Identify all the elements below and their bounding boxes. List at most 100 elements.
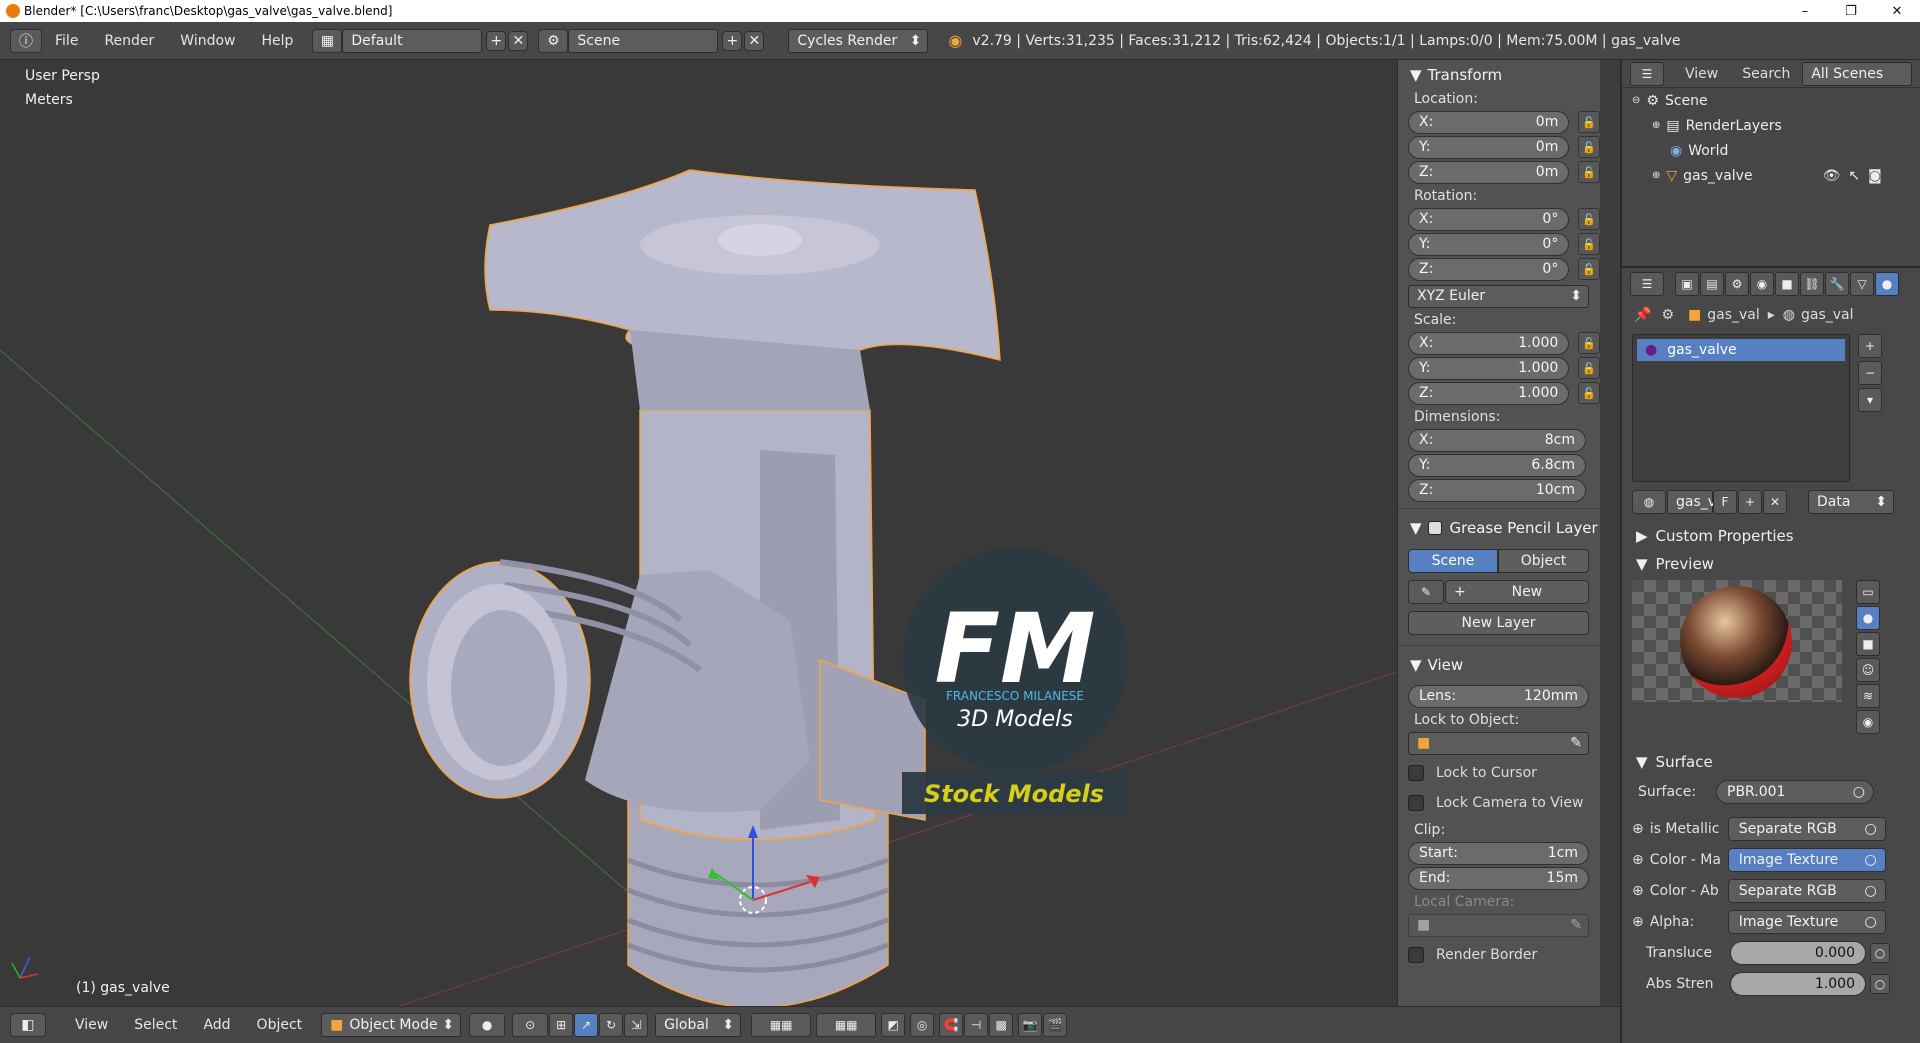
new-layer-button[interactable]: New Layer [1408,611,1589,635]
gas-valve-model[interactable] [409,169,1001,1006]
editor-type-button[interactable]: ◧ [10,1013,46,1037]
translucency-slider[interactable]: 0.000 [1730,940,1866,965]
tab-object[interactable]: Object [1498,549,1589,573]
input-link-select[interactable]: Separate RGB ○ [1727,816,1886,841]
menu-object[interactable]: Object [244,1017,316,1033]
minimize-button[interactable]: – [1782,0,1828,22]
layers-grid-b[interactable]: ▦▦ [816,1013,877,1037]
editor-type-button[interactable]: ⓘ [10,28,42,53]
preview-sphere-icon[interactable]: ● [1856,606,1880,630]
clip-end-field[interactable]: End: 15m [1408,866,1589,890]
add-slot-icon[interactable]: + [1858,334,1882,358]
expand-socket-icon[interactable]: ⊕ [1632,914,1644,930]
proportional-edit-icon[interactable]: ◎ [910,1013,935,1037]
location-z-field[interactable]: Z: 0m [1408,160,1570,184]
custom-properties-header[interactable]: ▶ Custom Properties [1622,522,1920,550]
preview-plane-icon[interactable]: ▭ [1856,580,1880,604]
surface-shader-select[interactable]: PBR.001 ○ [1716,779,1874,804]
material-name-field[interactable]: gas_v [1667,490,1716,514]
pivot-point-icon[interactable]: ⊙ [512,1013,549,1037]
snap-target-icon[interactable]: ▩ [989,1013,1014,1037]
screen-layout-field[interactable]: Default [342,28,483,53]
render-camera-icon[interactable]: ◙ [1868,168,1882,184]
menu-view[interactable]: View [62,1017,121,1033]
layers-grid-a[interactable]: ▦▦ [751,1013,812,1037]
location-x-field[interactable]: X: 0m [1408,110,1570,134]
modifiers-tab-icon[interactable]: 🔧 [1825,272,1849,296]
view-panel-header[interactable]: ▼ View [1398,652,1600,678]
tree-item-world[interactable]: ◉ World [1622,138,1920,163]
menu-help[interactable]: Help [248,33,306,49]
rotation-y-field[interactable]: Y: 0° [1408,232,1570,256]
rotate-manipulator-icon[interactable]: ↻ [599,1013,624,1037]
remove-screen-icon[interactable]: ✕ [508,30,529,51]
menu-render[interactable]: Render [91,33,167,49]
preview-cube-icon[interactable]: ■ [1856,632,1880,656]
tree-item-scene[interactable]: ⊖ ⚙ Scene [1622,88,1920,113]
viewport-shading-icon[interactable]: ● [469,1013,506,1037]
remove-scene-icon[interactable]: ✕ [744,30,765,51]
render-opengl-icon[interactable]: 📷 [1018,1013,1043,1037]
dimension-z-field[interactable]: Z: 10cm [1408,478,1586,502]
pin-icon[interactable]: 📌 [1634,307,1651,323]
data-tab-icon[interactable]: ▽ [1850,272,1874,296]
eye-icon[interactable]: 👁 [1823,168,1841,184]
expand-socket-icon[interactable]: ⊕ [1632,883,1644,899]
socket-dot-icon[interactable]: ○ [1870,973,1890,994]
properties-editor-icon[interactable]: ☰ [1630,272,1664,296]
menu-select[interactable]: Select [121,1017,190,1033]
scene-icon[interactable]: ⚙ [538,28,569,53]
clip-start-field[interactable]: Start: 1cm [1408,841,1589,865]
lock-camera-checkbox[interactable] [1408,795,1424,811]
snap-element-icon[interactable]: ⊣ [964,1013,989,1037]
constraints-tab-icon[interactable]: ⛓ [1800,272,1824,296]
render-tab-icon[interactable]: ▣ [1675,272,1699,296]
outliner-display-mode[interactable]: All Scenes [1802,61,1913,86]
material-tab-icon[interactable]: ● [1875,272,1899,296]
preview-header[interactable]: ▼ Preview [1622,550,1920,578]
scale-z-field[interactable]: Z: 1.000 [1408,381,1570,405]
lock-icon[interactable]: 🔓 [1578,233,1600,255]
expand-socket-icon[interactable]: ⊕ [1632,852,1644,868]
input-link-select[interactable]: Image Texture ○ [1727,909,1886,934]
unlink-material-icon[interactable]: ✕ [1763,490,1787,514]
close-button[interactable]: ✕ [1874,0,1920,22]
menu-file[interactable]: File [42,33,91,49]
render-engine-select[interactable]: Cycles Render ⬍ [788,28,929,53]
scale-x-field[interactable]: X: 1.000 [1408,331,1570,355]
menu-window[interactable]: Window [167,33,248,49]
expand-socket-icon[interactable]: ⊕ [1632,821,1644,837]
lens-field[interactable]: Lens: 120mm [1408,684,1589,708]
abs-strength-slider[interactable]: 1.000 [1730,971,1866,996]
scale-manipulator-icon[interactable]: ⇲ [624,1013,649,1037]
scene-field[interactable]: Scene [568,28,719,53]
browse-material-icon[interactable]: ◍ [1632,490,1666,514]
translate-manipulator-icon[interactable]: ↗ [574,1013,599,1037]
lock-icon[interactable]: 🔓 [1578,382,1600,404]
add-screen-icon[interactable]: + [486,30,507,51]
preview-hair-icon[interactable]: ≋ [1856,684,1880,708]
location-y-field[interactable]: Y: 0m [1408,135,1570,159]
world-tab-icon[interactable]: ◉ [1750,272,1774,296]
rotation-z-field[interactable]: Z: 0° [1408,257,1570,281]
lock-icon[interactable]: 🔓 [1578,136,1600,158]
snap-toggle-icon[interactable]: 🧲 [939,1013,964,1037]
outliner-search-menu[interactable]: Search [1742,66,1790,82]
lock-object-field[interactable]: ■ ✎ [1408,731,1589,755]
material-slot-list[interactable]: ● gas_valve [1632,334,1850,482]
manipulator-toggle-icon[interactable]: ⊞ [549,1013,574,1037]
lock-icon[interactable]: 🔓 [1578,357,1600,379]
maximize-button[interactable]: ❐ [1828,0,1874,22]
preview-monkey-icon[interactable]: ☺ [1856,658,1880,682]
material-slot-item[interactable]: ● gas_valve [1637,339,1845,361]
lock-icon[interactable]: 🔓 [1578,258,1600,280]
render-border-checkbox[interactable] [1408,947,1424,963]
rotation-mode-select[interactable]: XYZ Euler ⬍ [1408,284,1589,308]
outliner-view-menu[interactable]: View [1685,66,1718,82]
dimension-y-field[interactable]: Y: 6.8cm [1408,453,1586,477]
menu-add[interactable]: Add [190,1017,243,1033]
layer-lock-icon[interactable]: ◩ [881,1013,906,1037]
renderlayers-tab-icon[interactable]: ▤ [1700,272,1724,296]
input-link-select[interactable]: Image Texture ○ [1727,847,1886,872]
tab-scene[interactable]: Scene [1408,549,1498,573]
